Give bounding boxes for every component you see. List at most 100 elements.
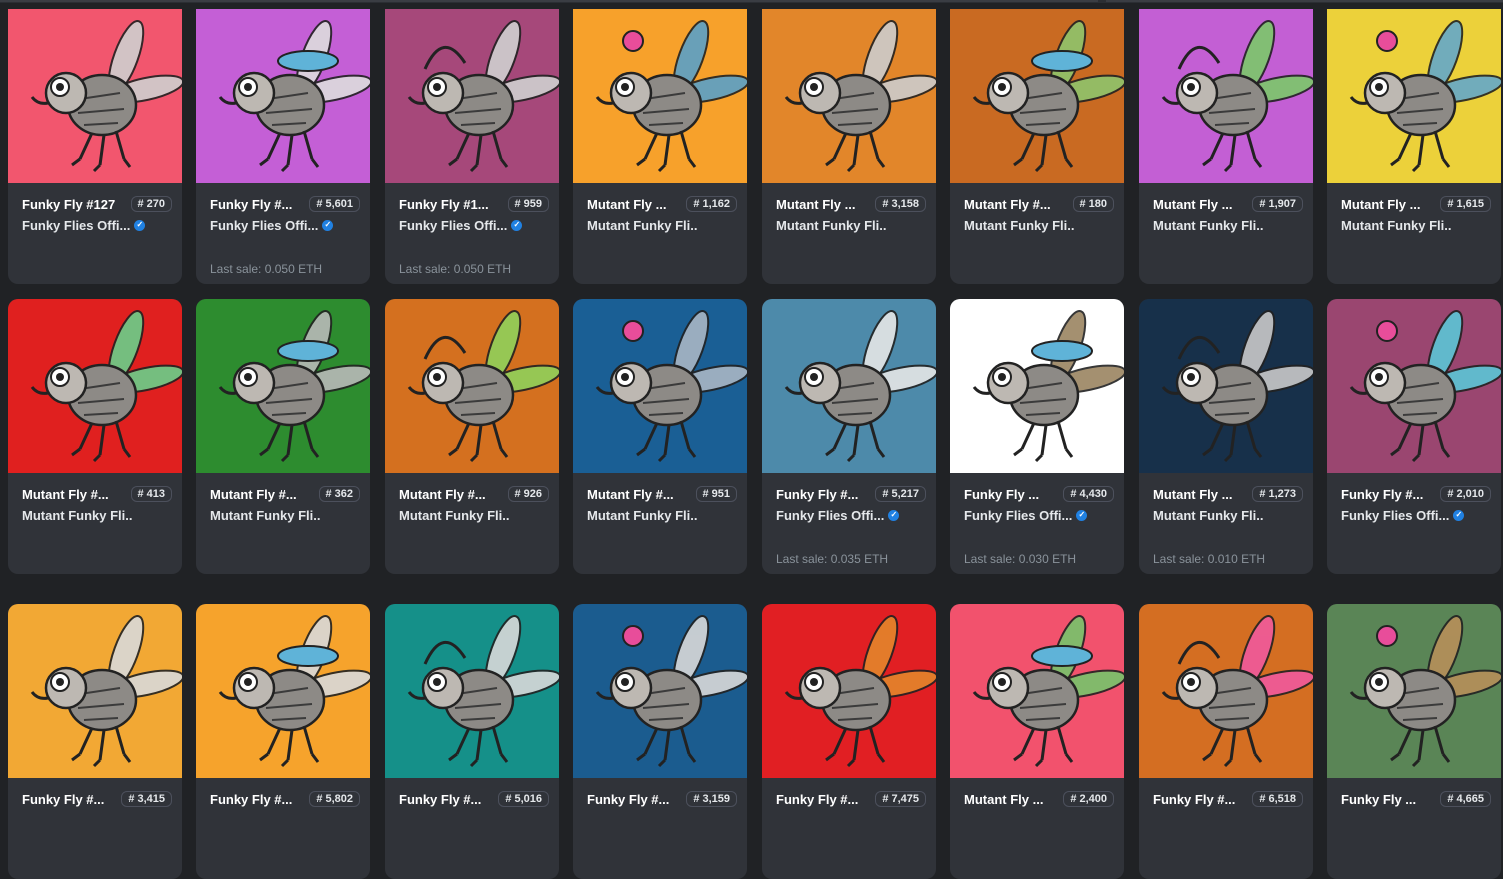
nft-image[interactable]	[1139, 9, 1313, 183]
collection-link[interactable]: Funky Flies Offi... ✓	[1341, 506, 1491, 524]
nft-name[interactable]: Funky Fly #...	[1341, 487, 1423, 502]
nft-card[interactable]: Funky Fly #... #5,601 Funky Flies Offi... ✓…	[196, 9, 370, 284]
rarity-rank-badge: #2,400	[1063, 791, 1114, 807]
nft-name[interactable]: Funky Fly #...	[210, 792, 292, 807]
nft-card[interactable]: Funky Fly #127 #270 Funky Flies Offi... ✓	[8, 9, 182, 284]
nft-name[interactable]: Funky Fly #...	[399, 792, 481, 807]
collection-link[interactable]: Mutant Funky Fli...	[587, 506, 737, 524]
nft-card[interactable]: Mutant Fly ... #3,158 Mutant Funky Fli...	[762, 9, 936, 284]
collection-link[interactable]: Funky Flies Offi... ✓	[22, 216, 172, 234]
nft-card[interactable]: Mutant Fly ... #1,615 Mutant Funky Fli...	[1327, 9, 1501, 284]
nft-card[interactable]: Funky Fly #... #3,415	[8, 604, 182, 879]
collection-link[interactable]: Funky Flies Offi... ✓	[399, 216, 549, 234]
nft-image[interactable]	[1139, 604, 1313, 778]
collection-link[interactable]: Mutant Funky Fli...	[1153, 506, 1303, 524]
nft-card[interactable]: Mutant Fly #... #362 Mutant Funky Fli...	[196, 299, 370, 574]
nft-name[interactable]: Mutant Fly #...	[22, 487, 109, 502]
rank-hash-symbol: #	[1070, 793, 1077, 805]
nft-card[interactable]: Mutant Fly ... #1,162 Mutant Funky Fli...	[573, 9, 747, 284]
nft-card[interactable]: Funky Fly #1... #959 Funky Flies Offi... ✓ L…	[385, 9, 559, 284]
nft-card[interactable]: Mutant Fly ... #2,400	[950, 604, 1124, 879]
nft-card[interactable]: Funky Fly #... #5,802	[196, 604, 370, 879]
nft-name[interactable]: Funky Fly ...	[964, 487, 1039, 502]
nft-image[interactable]	[762, 604, 936, 778]
nft-title-row: Mutant Fly #... #180	[964, 193, 1114, 215]
nft-card[interactable]: Funky Fly #... #7,475	[762, 604, 936, 879]
nft-card[interactable]: Funky Fly #... #5,016	[385, 604, 559, 879]
nft-card[interactable]: Mutant Fly ... #1,907 Mutant Funky Fli...	[1139, 9, 1313, 284]
nft-image[interactable]	[8, 9, 182, 183]
collection-link[interactable]: Mutant Funky Fli...	[210, 506, 360, 524]
nft-card[interactable]: Mutant Fly #... #926 Mutant Funky Fli...	[385, 299, 559, 574]
nft-name[interactable]: Funky Fly #...	[210, 197, 292, 212]
nft-card[interactable]: Funky Fly #... #6,518	[1139, 604, 1313, 879]
collection-link[interactable]: Funky Flies Offi... ✓	[210, 216, 360, 234]
nft-image[interactable]	[385, 604, 559, 778]
nft-name[interactable]: Mutant Fly ...	[1153, 197, 1232, 212]
rarity-rank-badge: #5,601	[309, 196, 360, 212]
collection-link[interactable]: Funky Flies Offi... ✓	[776, 506, 926, 524]
nft-image[interactable]	[196, 9, 370, 183]
nft-image[interactable]	[573, 604, 747, 778]
nft-name[interactable]: Funky Fly #127	[22, 197, 115, 212]
nft-name[interactable]: Mutant Fly ...	[1341, 197, 1420, 212]
nft-card[interactable]: Mutant Fly #... #180 Mutant Funky Fli...	[950, 9, 1124, 284]
nft-name[interactable]: Funky Fly #...	[776, 487, 858, 502]
nft-info: Mutant Fly ... #1,273 Mutant Funky Fli...	[1153, 483, 1303, 524]
collection-link[interactable]: Mutant Funky Fli...	[587, 216, 737, 234]
nft-name[interactable]: Mutant Fly ...	[776, 197, 855, 212]
nft-image[interactable]	[385, 9, 559, 183]
nft-image[interactable]	[196, 299, 370, 473]
nft-name[interactable]: Funky Fly #...	[587, 792, 669, 807]
nft-card[interactable]: Mutant Fly ... #1,273 Mutant Funky Fli... L…	[1139, 299, 1313, 574]
nft-card[interactable]: Funky Fly #... #2,010 Funky Flies Offi... ✓	[1327, 299, 1501, 574]
nft-card[interactable]: Mutant Fly #... #951 Mutant Funky Fli...	[573, 299, 747, 574]
nft-image[interactable]	[1327, 299, 1501, 473]
nft-image[interactable]	[385, 299, 559, 473]
nft-card[interactable]: Funky Fly ... #4,665	[1327, 604, 1501, 879]
nft-name[interactable]: Funky Fly #...	[776, 792, 858, 807]
nft-image[interactable]	[573, 299, 747, 473]
nft-image[interactable]	[8, 299, 182, 473]
nft-card[interactable]: Mutant Fly #... #413 Mutant Funky Fli...	[8, 299, 182, 574]
nft-name[interactable]: Funky Fly #...	[22, 792, 104, 807]
collection-link[interactable]: Mutant Funky Fli...	[399, 506, 549, 524]
rarity-rank-badge: #951	[695, 486, 737, 502]
nft-name[interactable]: Funky Fly #...	[1153, 792, 1235, 807]
nft-image[interactable]	[1327, 9, 1501, 183]
nft-image[interactable]	[8, 604, 182, 778]
nft-name[interactable]: Mutant Fly #...	[587, 487, 674, 502]
nft-title-row: Funky Fly ... #4,430	[964, 483, 1114, 505]
collection-link[interactable]: Mutant Funky Fli...	[964, 216, 1114, 234]
nft-name[interactable]: Funky Fly #1...	[399, 197, 489, 212]
nft-name[interactable]: Mutant Fly ...	[1153, 487, 1232, 502]
collection-link[interactable]: Funky Flies Offi... ✓	[964, 506, 1114, 524]
nft-name[interactable]: Mutant Fly ...	[964, 792, 1043, 807]
nft-image[interactable]	[1139, 299, 1313, 473]
collection-link[interactable]: Mutant Funky Fli...	[22, 506, 172, 524]
nft-image[interactable]	[950, 604, 1124, 778]
nft-image[interactable]	[950, 299, 1124, 473]
nft-card[interactable]: Funky Fly #... #5,217 Funky Flies Offi... ✓…	[762, 299, 936, 574]
collection-link[interactable]: Mutant Funky Fli...	[1341, 216, 1491, 234]
collection-link[interactable]: Mutant Funky Fli...	[776, 216, 926, 234]
rank-value: 926	[523, 488, 542, 500]
rank-value: 2,400	[1079, 793, 1107, 805]
collection-link[interactable]: Mutant Funky Fli...	[1153, 216, 1303, 234]
nft-title-row: Mutant Fly #... #926	[399, 483, 549, 505]
nft-name[interactable]: Mutant Fly #...	[210, 487, 297, 502]
nft-name[interactable]: Funky Fly ...	[1341, 792, 1416, 807]
nft-card[interactable]: Funky Fly ... #4,430 Funky Flies Offi... ✓ L…	[950, 299, 1124, 574]
nft-image[interactable]	[762, 299, 936, 473]
nft-name[interactable]: Mutant Fly #...	[964, 197, 1051, 212]
nft-image[interactable]	[573, 9, 747, 183]
nft-image[interactable]	[762, 9, 936, 183]
nft-title-row: Funky Fly #... #7,475	[776, 788, 926, 810]
nft-name[interactable]: Mutant Fly #...	[399, 487, 486, 502]
nft-image[interactable]	[950, 9, 1124, 183]
nft-card[interactable]: Funky Fly #... #3,159	[573, 604, 747, 879]
nft-name[interactable]: Mutant Fly ...	[587, 197, 666, 212]
nft-image[interactable]	[1327, 604, 1501, 778]
nft-title-row: Funky Fly ... #4,665	[1341, 788, 1491, 810]
nft-image[interactable]	[196, 604, 370, 778]
